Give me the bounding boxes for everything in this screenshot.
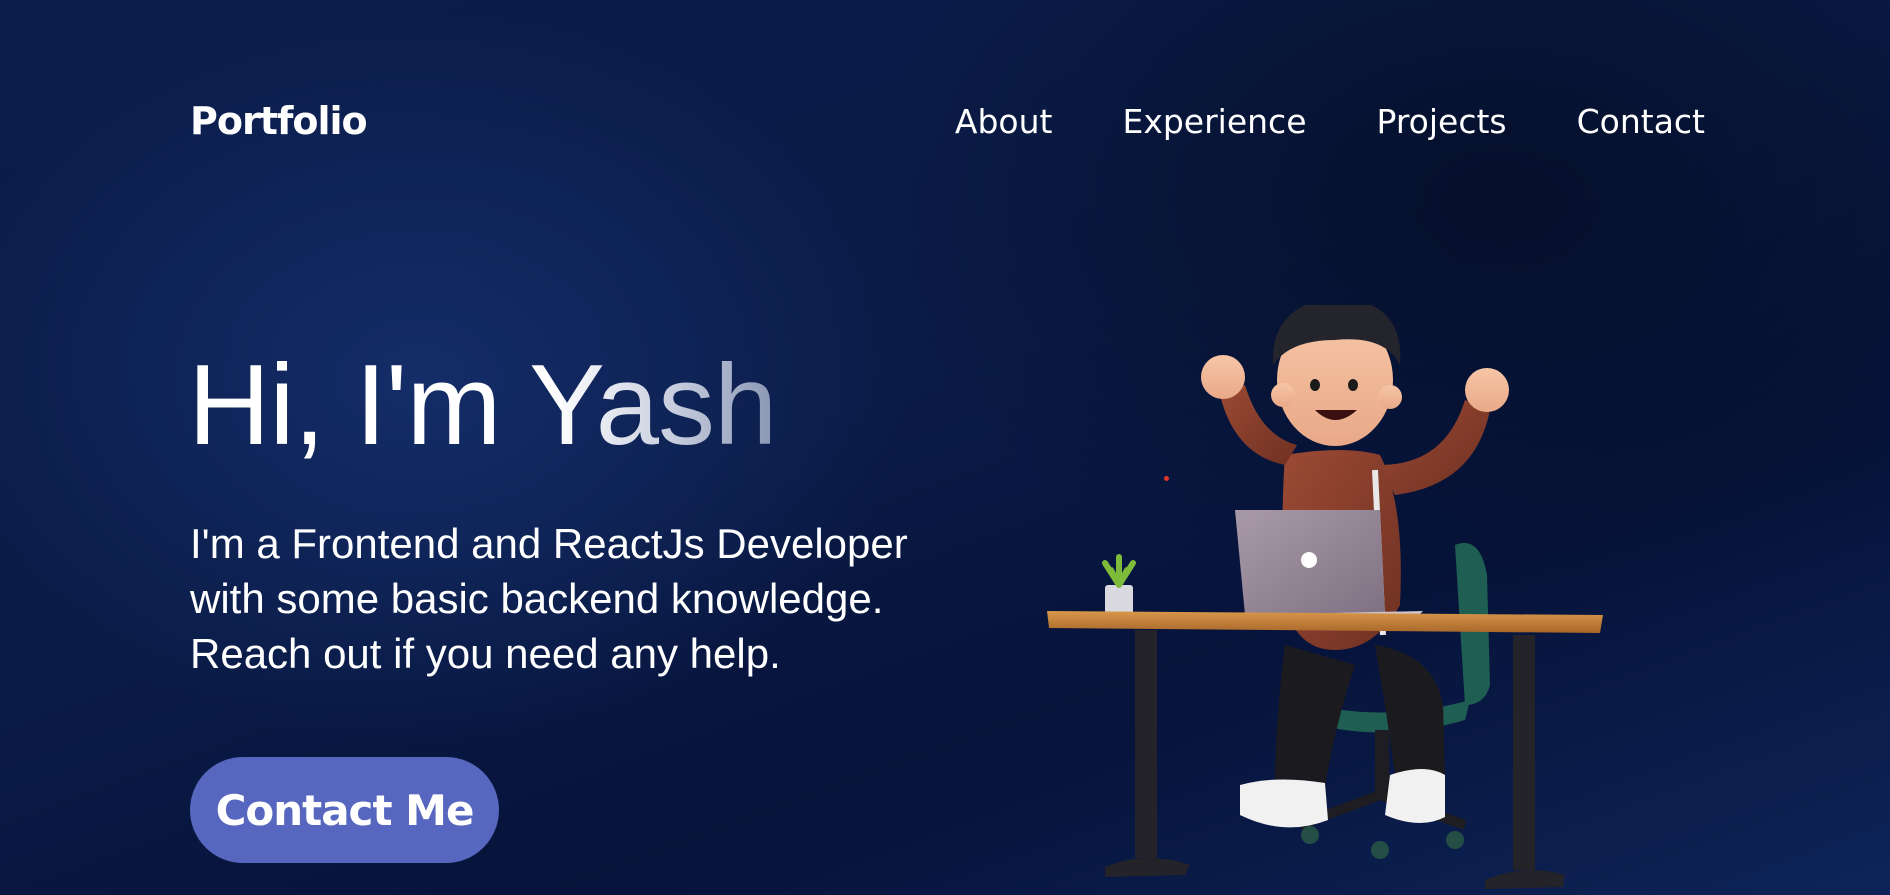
- nav-link-projects[interactable]: Projects: [1377, 102, 1507, 141]
- developer-at-desk-illustration: [1047, 305, 1603, 889]
- contact-me-button[interactable]: Contact Me: [190, 757, 499, 863]
- hero-title: Hi, I'm Yash: [188, 342, 777, 469]
- nav-menu: About Experience Projects Contact: [885, 102, 1705, 141]
- logo[interactable]: Portfolio: [190, 99, 368, 143]
- person-legs: [1240, 645, 1445, 828]
- hero-description: I'm a Frontend and ReactJs Developer wit…: [190, 520, 908, 677]
- person-head: [1271, 305, 1402, 446]
- nav-link-contact[interactable]: Contact: [1577, 102, 1705, 141]
- top-navbar: Portfolio About Experience Projects Cont…: [190, 96, 1705, 146]
- nav-link-experience[interactable]: Experience: [1122, 102, 1306, 141]
- plant: [1102, 554, 1136, 615]
- nav-link-about[interactable]: About: [955, 102, 1053, 141]
